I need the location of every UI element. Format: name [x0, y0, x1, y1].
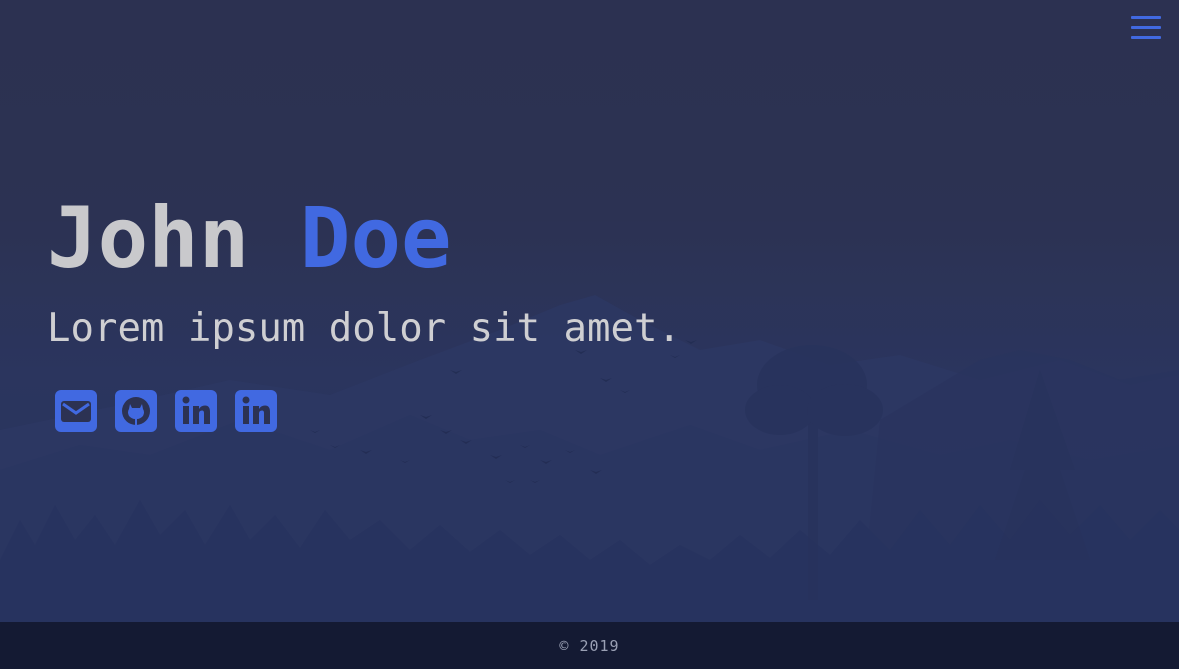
- envelope-icon: [55, 390, 97, 432]
- linkedin-link-secondary[interactable]: [235, 390, 277, 432]
- copyright-text: © 2019: [559, 636, 620, 655]
- linkedin-icon: [235, 390, 277, 432]
- menu-bar-bottom: [1131, 36, 1161, 39]
- social-links: [55, 390, 277, 432]
- github-link[interactable]: [115, 390, 157, 432]
- linkedin-icon: [175, 390, 217, 432]
- hamburger-menu-icon[interactable]: [1131, 16, 1161, 40]
- page-title: John Doe: [47, 188, 452, 288]
- linkedin-link[interactable]: [175, 390, 217, 432]
- hero-section: John Doe Lorem ipsum dolor sit amet.: [0, 0, 1179, 622]
- first-name: John: [47, 189, 250, 287]
- email-link[interactable]: [55, 390, 97, 432]
- footer: © 2019: [0, 622, 1179, 669]
- menu-bar-top: [1131, 16, 1161, 19]
- tagline: Lorem ipsum dolor sit amet.: [47, 306, 681, 351]
- menu-bar-middle: [1131, 26, 1161, 29]
- last-name: Doe: [299, 189, 452, 287]
- github-icon: [115, 390, 157, 432]
